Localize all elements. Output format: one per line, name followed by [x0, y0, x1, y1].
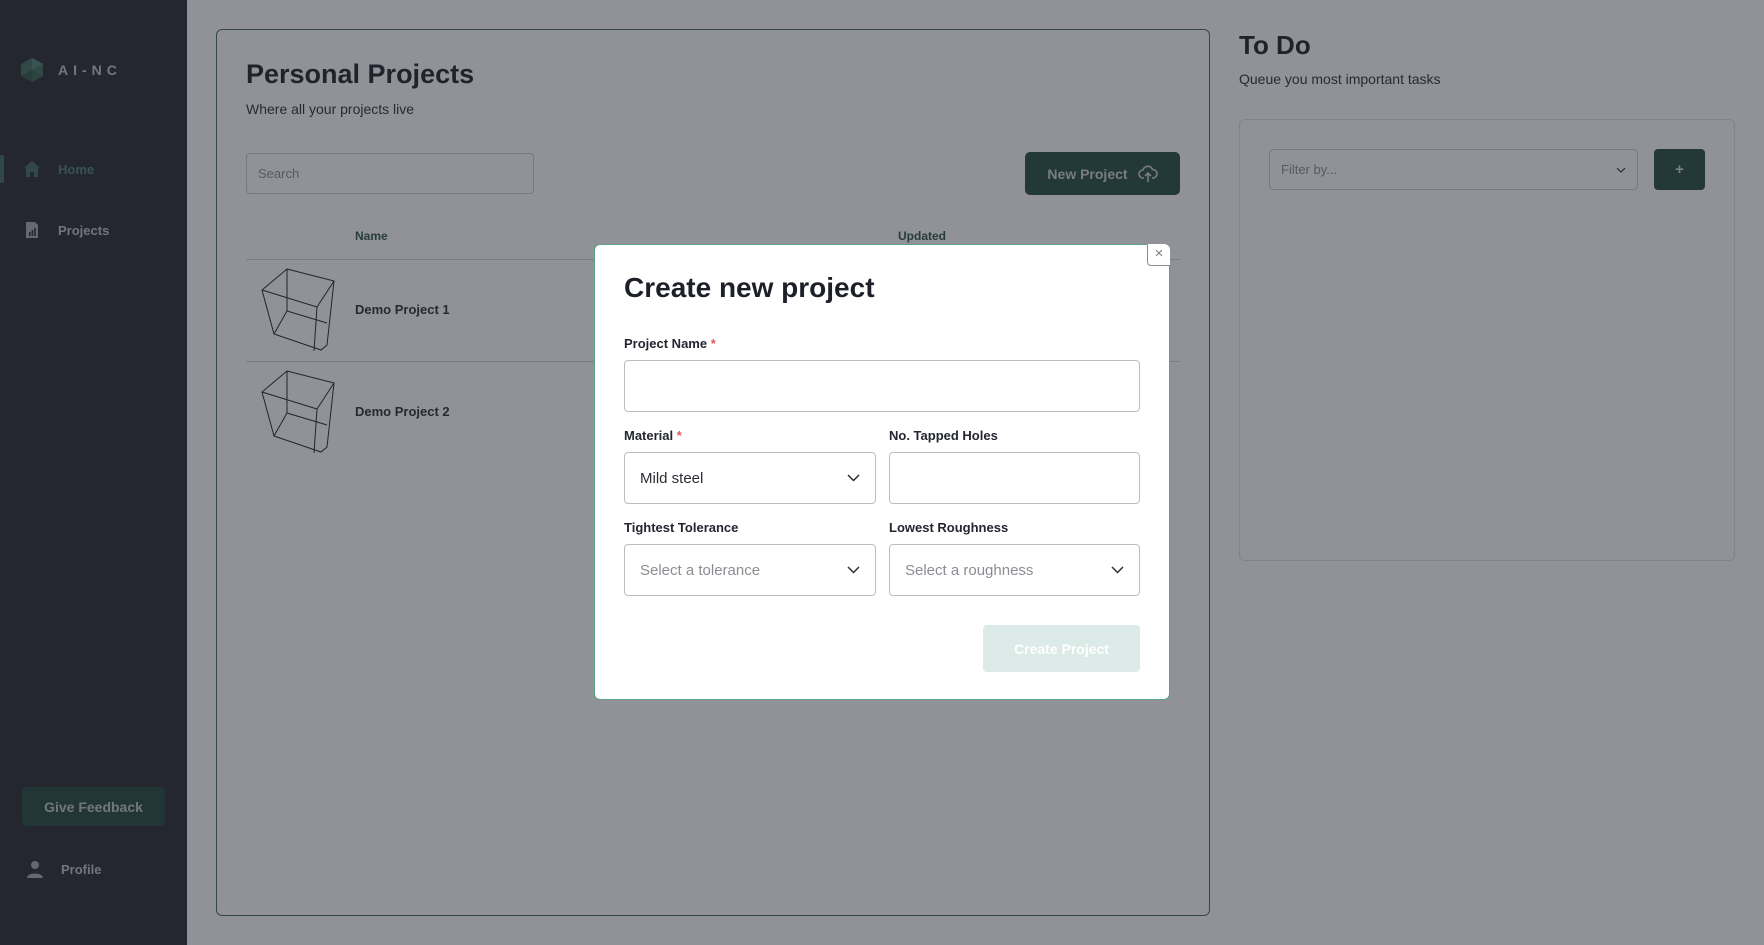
- create-project-button[interactable]: Create Project: [983, 625, 1140, 672]
- project-name-label: Project Name *: [624, 336, 716, 351]
- required-asterisk: *: [710, 336, 716, 351]
- roughness-select[interactable]: Select a roughness: [889, 544, 1140, 596]
- material-select[interactable]: Mild steel: [624, 452, 876, 504]
- chevron-down-icon: [847, 566, 860, 574]
- modal-title: Create new project: [624, 272, 875, 303]
- material-value: Mild steel: [640, 469, 704, 487]
- tapped-holes-input[interactable]: [889, 452, 1140, 504]
- create-project-modal: × Create new project Project Name * Mate…: [594, 244, 1170, 700]
- roughness-label: Lowest Roughness: [889, 520, 1009, 535]
- roughness-placeholder: Select a roughness: [905, 561, 1034, 579]
- project-name-input[interactable]: [624, 360, 1140, 412]
- close-button[interactable]: ×: [1147, 244, 1170, 266]
- label-text: Project Name: [624, 336, 708, 351]
- tolerance-placeholder: Select a tolerance: [640, 561, 761, 579]
- chevron-down-icon: [1111, 566, 1124, 574]
- tolerance-select[interactable]: Select a tolerance: [624, 544, 876, 596]
- material-label: Material *: [624, 428, 682, 443]
- chevron-down-icon: [847, 474, 860, 482]
- label-text: Material: [624, 428, 674, 443]
- tolerance-label: Tightest Tolerance: [624, 520, 739, 535]
- tapped-holes-label: No. Tapped Holes: [889, 428, 998, 443]
- required-asterisk: *: [676, 428, 682, 443]
